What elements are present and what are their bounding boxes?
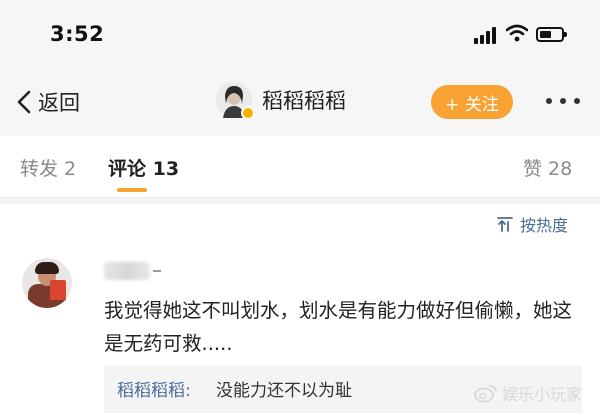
active-tab-indicator — [117, 188, 147, 192]
watermark: 娱乐小玩家 — [474, 381, 582, 405]
back-label: 返回 — [38, 91, 80, 115]
profile-name: 稻稻稻稻 — [262, 89, 346, 113]
watermark-label: 娱乐小玩家 — [502, 385, 583, 404]
back-button[interactable]: 返回 — [14, 87, 80, 117]
status-time: 3:52 — [50, 22, 105, 46]
verified-badge-icon — [241, 106, 255, 120]
wifi-icon — [506, 24, 528, 42]
comment-text: 我觉得她这不叫划水，划水是有能力做好但偷懒，她这是无药可救..... — [104, 299, 573, 355]
weibo-logo-icon — [474, 385, 497, 403]
sort-icon — [497, 217, 513, 232]
sort-button[interactable]: 按热度 — [496, 212, 568, 236]
username-suffix — [153, 270, 161, 272]
chevron-left-icon — [17, 90, 31, 114]
reply-author[interactable]: 稻稻稻稻: — [117, 376, 191, 401]
follow-button[interactable]: + 关注 — [431, 85, 513, 119]
section-divider — [0, 198, 600, 204]
status-bar: 3:52 — [0, 0, 600, 68]
sort-label: 按热度 — [520, 216, 569, 235]
tab-bar: 转发 2 评论 13 赞 28 — [0, 136, 600, 198]
commenter-username-blurred[interactable] — [104, 262, 150, 280]
avatar[interactable] — [216, 82, 255, 120]
tab-comment[interactable]: 评论 13 — [108, 154, 179, 181]
profile-header[interactable]: 稻稻稻稻 — [216, 82, 346, 120]
nav-bar: 返回 稻稻稻稻 + 关注 — [0, 68, 600, 136]
signal-icon — [474, 26, 500, 44]
more-dots-icon[interactable] — [546, 98, 580, 106]
tab-repost[interactable]: 转发 2 — [20, 154, 76, 181]
commenter-avatar[interactable] — [22, 258, 72, 308]
battery-icon — [536, 27, 567, 42]
reply-text: 没能力还不以为耻 — [216, 381, 352, 401]
tab-like[interactable]: 赞 28 — [523, 154, 572, 181]
